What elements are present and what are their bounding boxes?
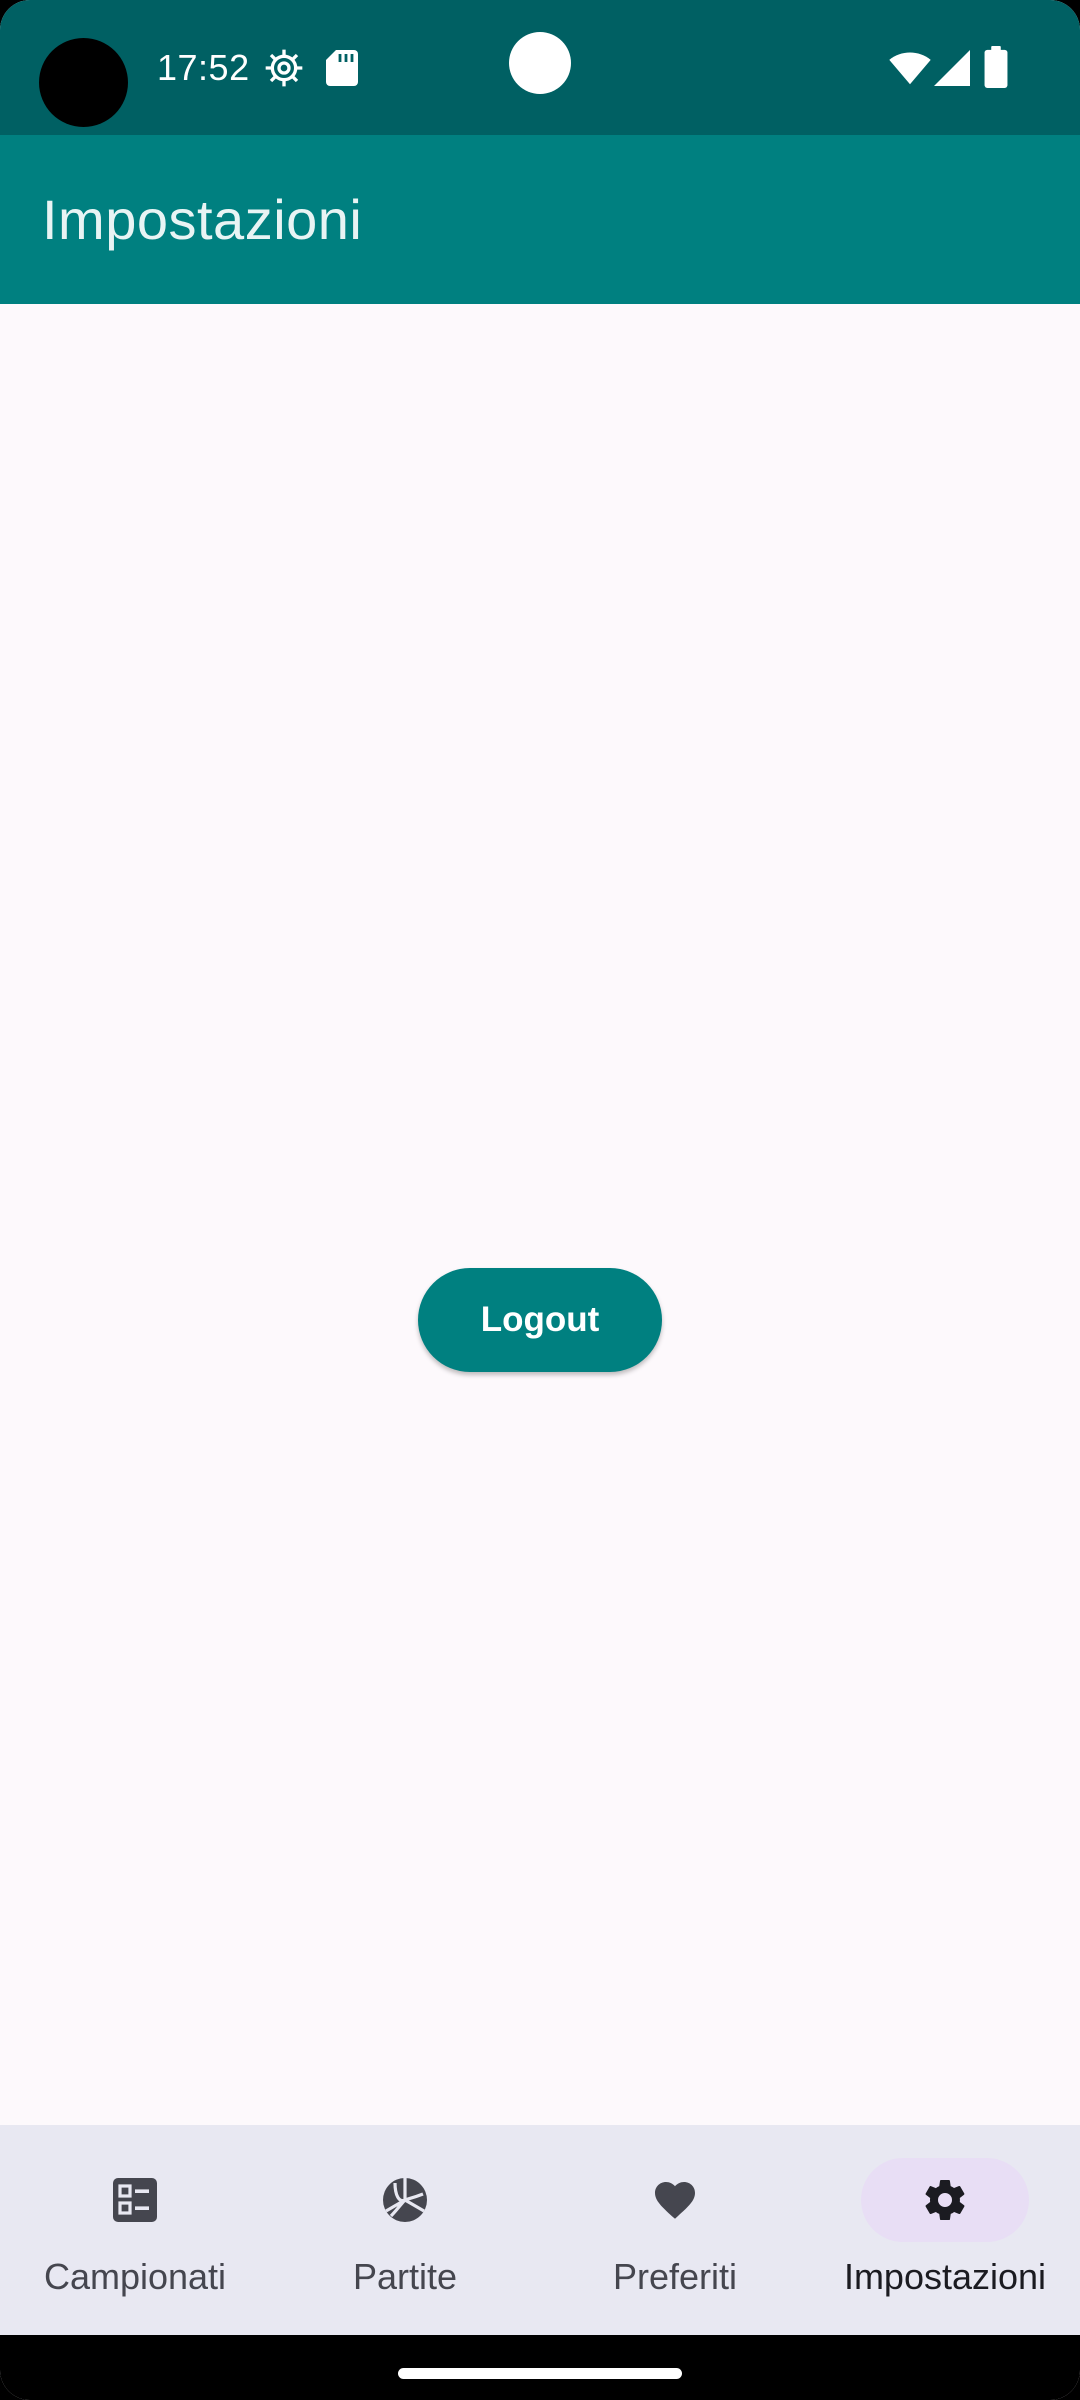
battery-icon <box>984 46 1008 88</box>
nav-item-impostazioni[interactable]: Impostazioni <box>810 2125 1080 2335</box>
home-gesture-handle[interactable] <box>398 2368 682 2379</box>
gesture-bar <box>0 2335 1080 2400</box>
logout-button[interactable]: Logout <box>418 1268 662 1372</box>
status-time: 17:52 <box>157 47 250 88</box>
nav-item-preferiti[interactable]: Preferiti <box>540 2125 810 2335</box>
status-bar: 17:52 <box>0 0 1080 135</box>
bottom-navigation: Campionati Partite Preferiti Impostazion… <box>0 2125 1080 2335</box>
camera-cutout <box>39 38 128 127</box>
sd-card-icon <box>326 50 358 86</box>
nav-item-campionati[interactable]: Campionati <box>0 2125 270 2335</box>
nav-item-partite[interactable]: Partite <box>270 2125 540 2335</box>
cell-signal-icon <box>934 50 970 86</box>
app-bar: Impostazioni <box>0 135 1080 304</box>
nav-label-partite: Partite <box>352 2256 458 2297</box>
settings-gear-icon <box>265 49 303 87</box>
nav-label-campionati: Campionati <box>43 2256 227 2297</box>
wifi-icon <box>889 52 931 85</box>
front-camera <box>509 32 571 94</box>
nav-label-impostazioni: Impostazioni <box>843 2256 1047 2297</box>
volleyball-icon <box>383 2178 427 2222</box>
page-title: Impostazioni <box>42 188 363 251</box>
heart-icon <box>655 2182 695 2219</box>
nav-label-preferiti: Preferiti <box>612 2256 738 2297</box>
championships-list-icon <box>113 2178 157 2222</box>
gear-icon <box>925 2180 965 2221</box>
phone-screen: 17:52 Impostazioni Logout Campionati Par… <box>0 0 1080 2400</box>
